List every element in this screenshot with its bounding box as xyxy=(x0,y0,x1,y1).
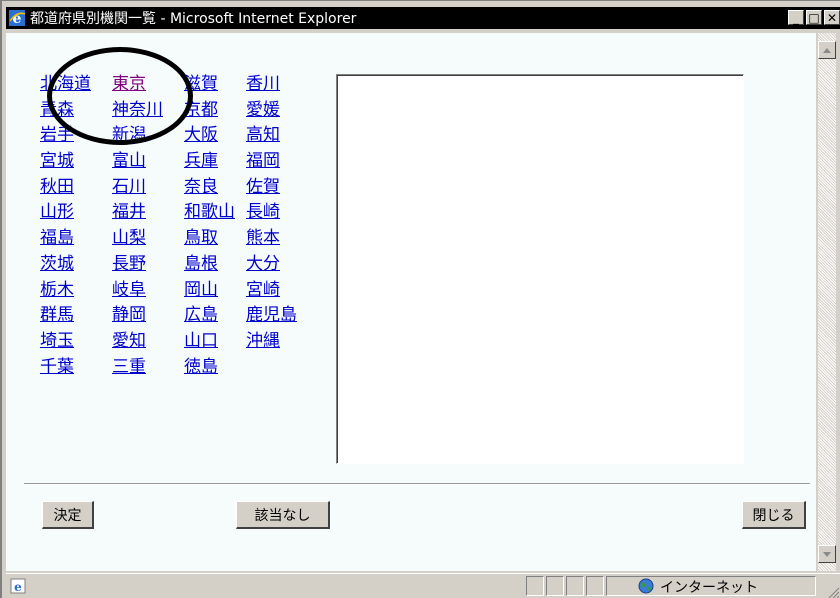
status-bar: e インターネット xyxy=(6,573,840,598)
prefecture-link[interactable]: 島根 xyxy=(184,253,246,279)
prefecture-link[interactable]: 北海道 xyxy=(40,73,112,99)
window-title: 都道府県別機関一覧 - Microsoft Internet Explorer xyxy=(30,11,357,27)
prefecture-link[interactable]: 岩手 xyxy=(40,124,112,150)
prefecture-link[interactable]: 宮崎 xyxy=(246,279,316,305)
prefecture-link[interactable]: 栃木 xyxy=(40,279,112,305)
scroll-up-arrow-icon xyxy=(823,47,831,53)
prefecture-link[interactable]: 佐賀 xyxy=(246,176,316,202)
prefecture-link[interactable]: 京都 xyxy=(184,99,246,125)
prefecture-link[interactable]: 沖縄 xyxy=(246,330,316,356)
prefecture-link[interactable]: 大分 xyxy=(246,253,316,279)
minimize-button[interactable]: _ xyxy=(788,10,804,25)
status-pane-4 xyxy=(586,576,604,596)
prefecture-link[interactable]: 静岡 xyxy=(112,304,184,330)
prefecture-link[interactable]: 千葉 xyxy=(40,356,112,382)
prefecture-link[interactable]: 福岡 xyxy=(246,150,316,176)
status-pane-1 xyxy=(526,576,544,596)
prefecture-link[interactable]: 香川 xyxy=(246,73,316,99)
prefecture-link[interactable]: 兵庫 xyxy=(184,150,246,176)
internet-explorer-icon: e xyxy=(8,9,26,27)
maximize-icon: □ xyxy=(808,10,820,25)
prefecture-link[interactable]: 滋賀 xyxy=(184,73,246,99)
prefecture-link[interactable]: 岐阜 xyxy=(112,279,184,305)
prefecture-link[interactable]: 福井 xyxy=(112,201,184,227)
divider xyxy=(24,483,810,485)
window-controls: _ □ ✕ xyxy=(788,10,840,25)
prefecture-link[interactable]: 和歌山 xyxy=(184,201,246,227)
prefecture-link[interactable]: 山口 xyxy=(184,330,246,356)
prefecture-link[interactable]: 愛媛 xyxy=(246,99,316,125)
browser-window: e 都道府県別機関一覧 - Microsoft Internet Explore… xyxy=(0,0,840,598)
prefecture-link[interactable]: 徳島 xyxy=(184,356,246,382)
prefecture-link[interactable]: 山梨 xyxy=(112,227,184,253)
prefecture-link[interactable]: 長崎 xyxy=(246,201,316,227)
prefecture-link[interactable]: 神奈川 xyxy=(112,99,184,125)
prefecture-link[interactable]: 広島 xyxy=(184,304,246,330)
prefecture-link[interactable]: 岡山 xyxy=(184,279,246,305)
prefecture-link[interactable]: 秋田 xyxy=(40,176,112,202)
prefecture-link[interactable]: 大阪 xyxy=(184,124,246,150)
prefecture-link[interactable]: 埼玉 xyxy=(40,330,112,356)
resize-grip-icon[interactable] xyxy=(826,584,840,598)
prefecture-link[interactable]: 福島 xyxy=(40,227,112,253)
prefecture-link[interactable]: 宮城 xyxy=(40,150,112,176)
maximize-button[interactable]: □ xyxy=(806,10,822,25)
security-zone-label: インターネット xyxy=(660,580,758,596)
prefecture-link[interactable]: 青森 xyxy=(40,99,112,125)
prefecture-link[interactable]: 富山 xyxy=(112,150,184,176)
prefecture-link[interactable]: 新潟 xyxy=(112,124,184,150)
prefecture-link[interactable]: 鳥取 xyxy=(184,227,246,253)
prefecture-link[interactable]: 石川 xyxy=(112,176,184,202)
prefecture-link[interactable]: 茨城 xyxy=(40,253,112,279)
close-icon: ✕ xyxy=(826,10,838,25)
prefecture-link[interactable]: 山形 xyxy=(40,201,112,227)
prefecture-link[interactable]: 高知 xyxy=(246,124,316,150)
not-applicable-button[interactable]: 該当なし xyxy=(236,501,330,529)
page-content: 北海道 東京 滋賀 香川青森 神奈川 京都 愛媛岩手 新潟 大阪 高知宮城 富山 兵庫 福岡秋田 石川 奈良… xyxy=(6,33,816,571)
page-status-icon: e xyxy=(10,578,26,594)
minimize-icon: _ xyxy=(793,10,799,25)
prefecture-link[interactable]: 鹿児島 xyxy=(246,304,316,330)
prefecture-link[interactable]: 東京 xyxy=(112,73,184,99)
institution-list-box[interactable] xyxy=(336,74,744,464)
close-window-button[interactable]: ✕ xyxy=(824,10,840,25)
prefecture-link[interactable]: 熊本 xyxy=(246,227,316,253)
globe-icon xyxy=(638,578,654,594)
prefecture-link[interactable]: 愛知 xyxy=(112,330,184,356)
status-pane-2 xyxy=(546,576,564,596)
title-bar: e 都道府県別機関一覧 - Microsoft Internet Explore… xyxy=(6,7,840,29)
prefecture-link[interactable]: 長野 xyxy=(112,253,184,279)
prefecture-link[interactable]: 群馬 xyxy=(40,304,112,330)
prefecture-link-list: 北海道 東京 滋賀 香川青森 神奈川 京都 愛媛岩手 新潟 大阪 高知宮城 富山 兵庫 福岡秋田 石川 奈良… xyxy=(40,73,316,381)
status-pane-3 xyxy=(566,576,584,596)
vertical-scrollbar[interactable] xyxy=(818,33,836,571)
scroll-down-button[interactable] xyxy=(818,545,836,563)
close-button[interactable]: 閉じる xyxy=(742,501,806,529)
scroll-up-button[interactable] xyxy=(818,41,836,59)
prefecture-link[interactable]: 奈良 xyxy=(184,176,246,202)
decide-button[interactable]: 決定 xyxy=(42,501,94,529)
svg-text:e: e xyxy=(14,580,22,594)
scroll-down-arrow-icon xyxy=(823,551,831,557)
prefecture-link[interactable]: 三重 xyxy=(112,356,184,382)
